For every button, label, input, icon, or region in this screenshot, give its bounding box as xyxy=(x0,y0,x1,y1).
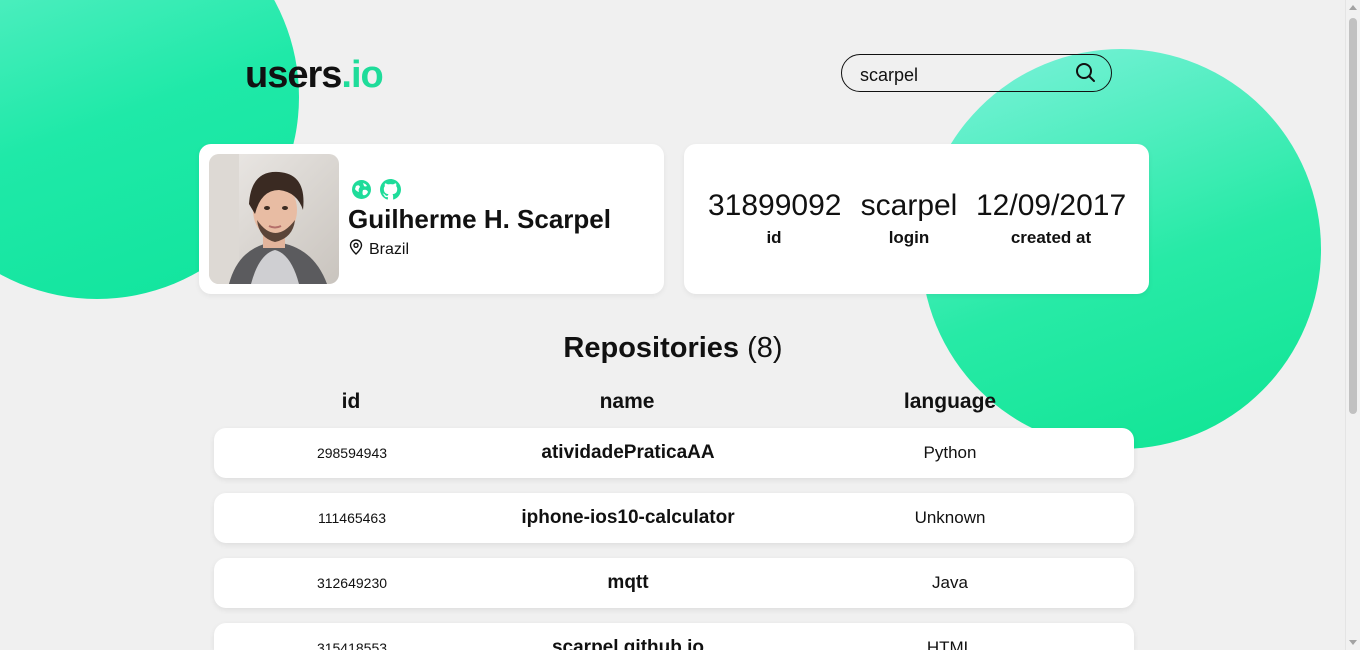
search-icon[interactable] xyxy=(1075,62,1097,84)
repo-id: 111465463 xyxy=(318,510,386,526)
repo-language: Java xyxy=(932,573,968,592)
profile-name: Guilherme H. Scarpel xyxy=(348,204,611,234)
column-header-name: name xyxy=(599,390,655,413)
stat-id-value: 31899092 xyxy=(708,189,842,222)
globe-icon[interactable] xyxy=(351,179,372,200)
repo-row[interactable]: 111465463 iphone-ios10-calculator Unknow… xyxy=(214,493,1134,543)
logo-accent: .io xyxy=(341,54,383,96)
repo-language: Unknown xyxy=(914,508,986,527)
stats-card: 31899092 id scarpel login 12/09/2017 cre… xyxy=(684,144,1149,294)
repo-name: scarpel.github.io xyxy=(551,637,705,650)
logo[interactable]: users.io xyxy=(245,52,384,98)
repo-id: 315418553 xyxy=(316,640,388,650)
repo-row[interactable]: 315418553 scarpel.github.io HTML xyxy=(214,623,1134,650)
profile-card: Guilherme H. Scarpel Brazil xyxy=(199,144,664,294)
repositories-title: Repositories xyxy=(563,332,740,364)
github-icon[interactable] xyxy=(380,179,401,200)
search-input[interactable] xyxy=(858,61,1062,89)
repo-id: 298594943 xyxy=(316,445,388,461)
repo-name: atividadePraticaAA xyxy=(541,442,715,463)
stat-created: 12/09/2017 created at xyxy=(976,188,1126,248)
scrollbar-thumb[interactable] xyxy=(1349,18,1357,414)
column-header-id: id xyxy=(341,390,361,413)
profile-location: Brazil xyxy=(349,239,409,260)
logo-text: users xyxy=(245,54,342,96)
stat-created-label: created at xyxy=(1010,228,1092,247)
search-box xyxy=(841,54,1112,92)
stat-created-value: 12/09/2017 xyxy=(976,189,1127,222)
stat-id: 31899092 id xyxy=(708,188,842,248)
profile-links xyxy=(351,179,401,200)
stat-id-label: id xyxy=(766,228,782,247)
page: users.io scarpel Guilherme H. Scarpel Br… xyxy=(0,0,1360,650)
repo-name: iphone-ios10-calculator xyxy=(521,507,735,528)
stat-login: scarpel login xyxy=(854,188,964,248)
map-pin-icon xyxy=(349,239,363,260)
repo-row[interactable]: 298594943 atividadePraticaAA Python xyxy=(214,428,1134,478)
repo-name: mqtt xyxy=(607,572,649,593)
stat-login-value: scarpel xyxy=(860,189,958,222)
location-text: Brazil xyxy=(369,240,410,258)
stat-login-label: login xyxy=(888,228,930,247)
scroll-up-arrow-icon[interactable] xyxy=(1349,5,1357,10)
vertical-scrollbar[interactable] xyxy=(1345,0,1360,650)
repo-language: Python xyxy=(923,443,977,462)
repositories-count: (8) xyxy=(747,332,783,364)
avatar xyxy=(209,154,339,284)
repo-language: HTML xyxy=(926,638,974,650)
repositories-heading: Repositories (8) xyxy=(0,332,1346,365)
repo-id: 312649230 xyxy=(316,575,388,591)
column-header-language: language xyxy=(903,390,997,413)
repo-row[interactable]: 312649230 mqtt Java xyxy=(214,558,1134,608)
scroll-down-arrow-icon[interactable] xyxy=(1349,640,1357,645)
